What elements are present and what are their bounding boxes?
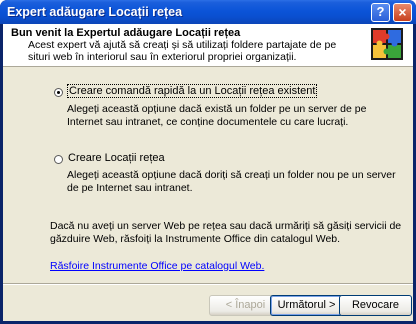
option-create-shortcut-description: Alegeți această opțiune dacă există un f… (67, 103, 367, 128)
title-bar[interactable]: Expert adăugare Locații rețea ? × (0, 0, 416, 24)
cancel-button[interactable]: Revocare (339, 295, 412, 316)
close-button[interactable]: × (393, 3, 412, 22)
dialog-body: Bun venit la Expertul adăugare Locații r… (3, 24, 413, 321)
office-tools-link[interactable]: Răsfoire Instrumente Office pe catalogul… (50, 260, 264, 272)
next-button[interactable]: Următorul > (270, 295, 343, 316)
header-description: Acest expert vă ajută să creați și să ut… (28, 39, 337, 63)
info-text: Dacă nu aveți un server Web pe rețea sau… (50, 220, 402, 245)
wizard-header: Bun venit la Expertul adăugare Locații r… (3, 24, 413, 67)
radio-create-network-place[interactable] (54, 155, 63, 164)
wizard-window: Expert adăugare Locații rețea ? × Bun ve… (0, 0, 416, 324)
option-create-shortcut-label[interactable]: Creare comandă rapidă la un Locații rețe… (66, 84, 318, 98)
window-title: Expert adăugare Locații rețea (7, 5, 183, 19)
option-create-network-place-label[interactable]: Creare Locații rețea (68, 152, 165, 164)
option-create-network-place-description: Alegeți această opțiune dacă doriți să c… (67, 169, 396, 194)
header-title: Bun venit la Expertul adăugare Locații r… (11, 27, 241, 39)
help-button[interactable]: ? (371, 3, 390, 22)
office-puzzle-icon (371, 28, 403, 60)
button-separator (3, 283, 413, 285)
radio-create-shortcut[interactable] (54, 88, 63, 97)
